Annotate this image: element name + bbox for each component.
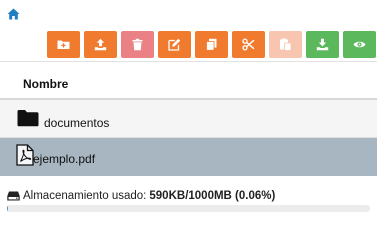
upload-button[interactable] (84, 31, 117, 58)
file-name[interactable]: documentos (44, 116, 109, 130)
cut-icon (242, 38, 255, 51)
new-folder-icon (57, 40, 70, 49)
file-row-documentos[interactable]: documentos (0, 100, 377, 138)
pdf-file-icon (16, 144, 34, 166)
storage-label: Almacenamiento usado: (23, 190, 147, 202)
download-icon (316, 38, 329, 51)
view-button[interactable] (343, 31, 376, 58)
edit-button[interactable] (158, 31, 191, 58)
column-header-name[interactable]: Nombre (23, 77, 68, 91)
home-icon[interactable] (7, 8, 20, 20)
file-table-header: Nombre (0, 61, 377, 100)
storage-usage: Almacenamiento usado: 590KB/1000MB (0.06… (7, 189, 275, 203)
folder-icon (17, 110, 39, 127)
paste-icon (280, 38, 292, 51)
view-icon (353, 41, 366, 48)
file-toolbar (47, 31, 376, 58)
download-button[interactable] (306, 31, 339, 58)
hard-drive-icon (7, 191, 20, 201)
edit-icon (168, 38, 181, 51)
delete-button[interactable] (121, 31, 154, 58)
trash-icon (132, 38, 143, 51)
cut-button[interactable] (232, 31, 265, 58)
paste-button[interactable] (269, 31, 302, 58)
file-row-ejemplo-pdf[interactable]: ejemplo.pdf (0, 138, 377, 176)
storage-value: 590KB/1000MB (0.06%) (149, 190, 276, 202)
copy-button[interactable] (195, 31, 228, 58)
new-folder-button[interactable] (47, 31, 80, 58)
file-name[interactable]: ejemplo.pdf (33, 152, 95, 166)
copy-icon (206, 38, 217, 51)
upload-icon (94, 38, 107, 51)
storage-progress-bar (7, 205, 370, 212)
